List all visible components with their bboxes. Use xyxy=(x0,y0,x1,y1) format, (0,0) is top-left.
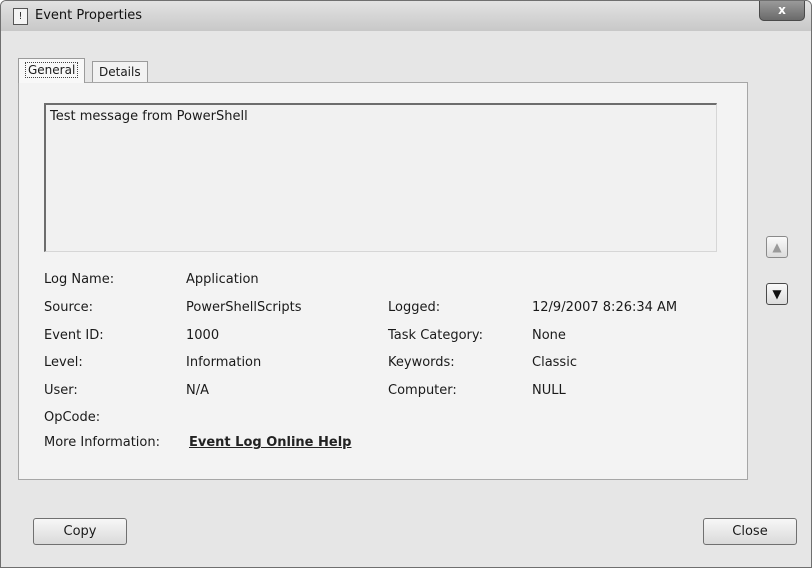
tab-details[interactable]: Details xyxy=(92,61,148,83)
source-value: PowerShellScripts xyxy=(186,300,302,315)
logged-value: 12/9/2007 8:26:34 AM xyxy=(532,300,678,315)
close-window-button[interactable]: x xyxy=(759,1,805,21)
arrow-up-icon: ▲ xyxy=(772,240,782,254)
logged-label: Logged: xyxy=(388,300,441,315)
next-event-button[interactable]: ▼ xyxy=(766,283,788,305)
computer-value: NULL xyxy=(532,383,566,398)
close-button[interactable]: Close xyxy=(703,518,797,545)
event-message: Test message from PowerShell xyxy=(50,109,248,124)
level-label: Level: xyxy=(44,355,83,370)
event-log-online-help-link[interactable]: Event Log Online Help xyxy=(189,435,352,450)
event-id-value: 1000 xyxy=(186,328,220,343)
arrow-down-icon: ▼ xyxy=(772,287,782,301)
window-title: Event Properties xyxy=(35,8,143,23)
task-category-value: None xyxy=(532,328,566,343)
previous-event-button[interactable]: ▲ xyxy=(766,236,788,258)
level-value: Information xyxy=(186,355,262,370)
opcode-label: OpCode: xyxy=(44,410,101,425)
task-category-label: Task Category: xyxy=(388,328,484,343)
user-label: User: xyxy=(44,383,78,398)
keywords-value: Classic xyxy=(532,355,577,370)
user-value: N/A xyxy=(186,383,209,398)
keywords-label: Keywords: xyxy=(388,355,455,370)
event-message-box[interactable]: Test message from PowerShell xyxy=(44,103,717,252)
more-information-label: More Information: xyxy=(44,435,160,450)
log-name-value: Application xyxy=(186,272,259,287)
computer-label: Computer: xyxy=(388,383,457,398)
event-viewer-icon: ! xyxy=(13,8,28,25)
title-bar[interactable]: ! Event Properties x xyxy=(1,1,811,31)
log-name-label: Log Name: xyxy=(44,272,115,287)
event-id-label: Event ID: xyxy=(44,328,104,343)
copy-button[interactable]: Copy xyxy=(33,518,127,545)
source-label: Source: xyxy=(44,300,94,315)
tab-general[interactable]: General xyxy=(18,58,86,83)
tab-general-label: General xyxy=(25,62,79,78)
